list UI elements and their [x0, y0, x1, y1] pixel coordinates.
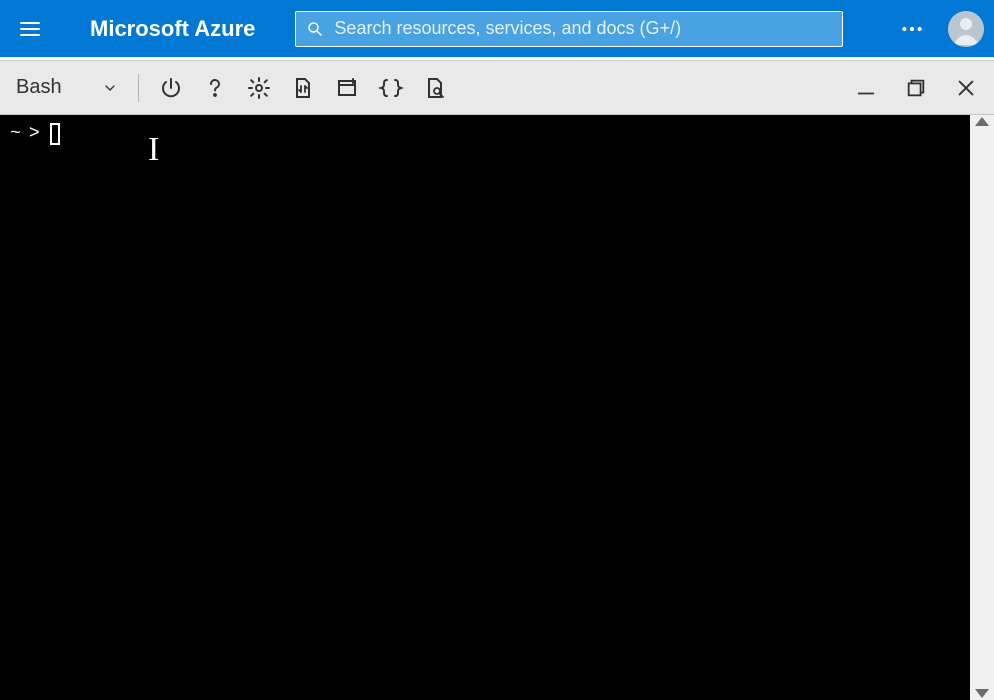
help-button[interactable] — [195, 68, 235, 108]
hamburger-icon — [18, 17, 42, 41]
chevron-down-icon — [102, 80, 118, 96]
scroll-down-arrow-icon[interactable] — [975, 689, 989, 698]
open-editor-button[interactable] — [371, 68, 411, 108]
braces-icon — [378, 76, 404, 100]
page-preview-icon — [423, 76, 447, 100]
hamburger-menu-button[interactable] — [10, 9, 50, 49]
web-preview-button[interactable] — [415, 68, 455, 108]
terminal[interactable]: ~ > I — [0, 115, 970, 700]
search-icon — [306, 20, 324, 38]
search-input[interactable] — [334, 18, 832, 39]
azure-top-header: Microsoft Azure — [0, 0, 994, 57]
terminal-cursor — [50, 123, 60, 145]
power-icon — [159, 76, 183, 100]
shell-type-label: Bash — [16, 76, 62, 99]
global-search[interactable] — [295, 11, 843, 47]
settings-button[interactable] — [239, 68, 279, 108]
close-icon — [955, 77, 977, 99]
ellipsis-icon — [899, 16, 925, 42]
question-icon — [203, 76, 227, 100]
restart-shell-button[interactable] — [151, 68, 191, 108]
user-avatar-button[interactable] — [948, 11, 984, 47]
header-right-group — [896, 11, 984, 47]
cloud-shell-toolbar: Bash — [0, 60, 994, 115]
shell-type-dropdown[interactable]: Bash — [8, 72, 126, 103]
avatar-icon — [948, 11, 984, 47]
terminal-container: ~ > I — [0, 115, 994, 700]
maximize-icon — [905, 77, 927, 99]
gear-icon — [247, 76, 271, 100]
minimize-icon — [855, 77, 877, 99]
upload-download-button[interactable] — [283, 68, 323, 108]
maximize-button[interactable] — [896, 68, 936, 108]
new-window-icon — [335, 76, 359, 100]
toolbar-divider — [138, 74, 139, 102]
terminal-prompt-line: ~ > — [10, 123, 960, 145]
minimize-button[interactable] — [846, 68, 886, 108]
prompt-symbol: > — [29, 124, 40, 144]
more-actions-button[interactable] — [896, 13, 928, 45]
prompt-path: ~ — [10, 124, 21, 144]
close-button[interactable] — [946, 68, 986, 108]
file-transfer-icon — [291, 76, 315, 100]
brand-title[interactable]: Microsoft Azure — [90, 16, 255, 42]
scroll-up-arrow-icon[interactable] — [975, 117, 989, 126]
terminal-scrollbar[interactable] — [970, 115, 994, 700]
new-session-button[interactable] — [327, 68, 367, 108]
